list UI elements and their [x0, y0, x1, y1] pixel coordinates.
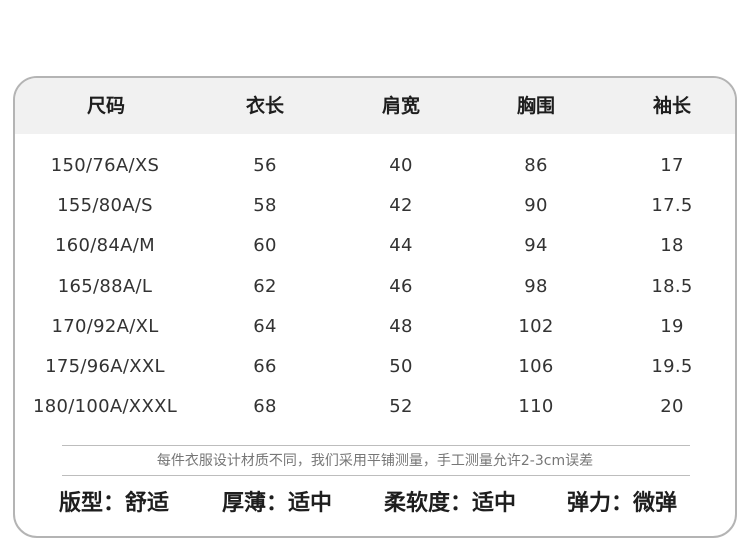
table-row: 155/80A/S 58 42 90 17.5: [15, 186, 735, 226]
cell-sleeve: 17.5: [651, 195, 693, 217]
size-chart-card: 尺码 衣长 肩宽 胸围 袖长 150/76A/XS 56 40 86 17 15…: [13, 76, 737, 538]
cell-sleeve: 19: [660, 315, 684, 337]
note-bottom-divider: [62, 475, 690, 476]
measurement-note: 每件衣服设计材质不同，我们采用平铺测量，手工测量允许2-3cm误差: [156, 453, 594, 469]
table-row: 175/96A/XXL 66 50 106 19.5: [15, 347, 735, 387]
table-row: 180/100A/XXXL 68 52 110 20: [15, 387, 735, 427]
cell-sleeve: 17: [660, 155, 684, 176]
table-header-row: 尺码 衣长 肩宽 胸围 袖长: [15, 78, 735, 134]
table-row: 160/84A/M 60 44 94 18: [15, 226, 735, 266]
header-length: 衣长: [245, 95, 284, 117]
feature-softness: 柔软度：适中: [384, 491, 517, 516]
feature-fit: 版型：舒适: [59, 491, 170, 516]
table-row: 150/76A/XS 56 40 86 17: [15, 146, 735, 186]
table-row: 165/88A/L 62 46 98 18.5: [15, 267, 735, 307]
note-top-divider: [62, 445, 690, 446]
cell-sleeve: 18: [660, 235, 684, 257]
cell-sleeve: 19.5: [651, 355, 693, 377]
table-row: 170/92A/XL 64 48 102 19: [15, 307, 735, 347]
header-shoulder: 肩宽: [381, 95, 420, 117]
fabric-features: 版型：舒适 厚薄：适中 柔软度：适中 弹力：微弹: [15, 484, 735, 524]
header-size: 尺码: [86, 95, 125, 117]
feature-thickness: 厚薄：适中: [222, 491, 333, 516]
header-chest: 胸围: [516, 95, 555, 117]
cell-sleeve: 20: [660, 396, 684, 418]
cell-sleeve: 18.5: [651, 275, 693, 297]
header-sleeve: 袖长: [652, 95, 691, 117]
table-body: 150/76A/XS 56 40 86 17 155/80A/S 58 42 9…: [15, 146, 735, 427]
feature-elasticity: 弹力：微弹: [567, 491, 678, 516]
